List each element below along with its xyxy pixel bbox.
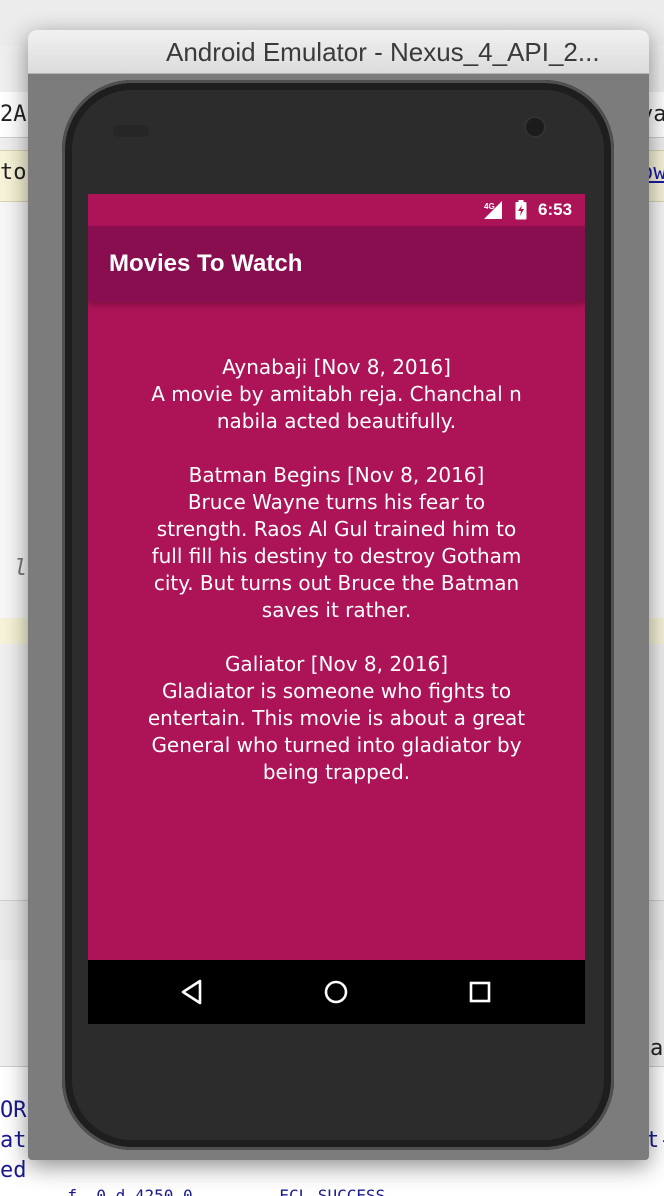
- home-button[interactable]: [320, 976, 352, 1008]
- movie-description-line: saves it rather.: [261, 598, 412, 622]
- phone-camera: [524, 116, 546, 138]
- movie-description-line: being trapped.: [262, 760, 411, 784]
- movie-description-line: Bruce Wayne turns his fear to: [187, 490, 486, 514]
- movie-description-line: city. But turns out Bruce the Batman: [153, 571, 520, 595]
- battery-charging-icon: [515, 200, 527, 220]
- console-line-bottom: f 0 d 4250 0 ECL SUCCESS: [0, 1186, 386, 1196]
- recents-button[interactable]: [464, 976, 496, 1008]
- back-button[interactable]: [176, 976, 208, 1008]
- movie-description-line: strength. Raos Al Gul trained him to: [156, 517, 517, 541]
- movie-list: Aynabaji [Nov 8, 2016] A movie by amitab…: [88, 354, 585, 813]
- svg-text:4G: 4G: [484, 202, 495, 211]
- movie-heading: Aynabaji [Nov 8, 2016]: [222, 355, 451, 379]
- navigation-bar: [88, 960, 585, 1024]
- status-time: 6:53: [538, 200, 573, 219]
- phone-speaker: [113, 125, 149, 137]
- movie-description-line: A movie by amitabh reja. Chanchal n: [151, 382, 522, 406]
- movie-description-line: nabila acted beautifully.: [216, 409, 457, 433]
- console-line: ed: [0, 1158, 27, 1183]
- ide-notification-text: to: [0, 160, 27, 185]
- signal-4g-icon: 4G: [484, 201, 502, 219]
- movie-description-line: Gladiator is someone who fights to: [161, 679, 512, 703]
- status-bar: 4G 6:53: [88, 194, 585, 226]
- recents-icon: [469, 981, 491, 1003]
- ide-tab-fragment: 2A: [0, 102, 27, 127]
- movie-item[interactable]: Galiator [Nov 8, 2016] Gladiator is some…: [88, 651, 585, 786]
- movie-item[interactable]: Aynabaji [Nov 8, 2016] A movie by amitab…: [88, 354, 585, 435]
- movie-description-line: General who turned into gladiator by: [151, 733, 522, 757]
- ide-panel-fragment: a: [650, 1036, 664, 1061]
- device-screen: 4G 6:53 Movies To Watch Aynabaji [Nov 8,…: [88, 194, 585, 1024]
- movie-description-line: entertain. This movie is about a great: [147, 706, 526, 730]
- home-icon: [324, 980, 348, 1004]
- emulator-title: Android Emulator - Nexus_4_API_2...: [166, 37, 600, 67]
- back-icon: [181, 979, 202, 1005]
- movie-heading: Galiator [Nov 8, 2016]: [224, 652, 449, 676]
- emulator-titlebar[interactable]: Android Emulator - Nexus_4_API_2...: [28, 30, 649, 74]
- ide-editor-fragment: l: [14, 556, 28, 581]
- movie-description-line: full fill his destiny to destroy Gotham: [151, 544, 522, 568]
- app-toolbar: Movies To Watch: [88, 226, 585, 302]
- console-line: at: [0, 1128, 27, 1153]
- movie-heading: Batman Begins [Nov 8, 2016]: [188, 463, 485, 487]
- movie-item[interactable]: Batman Begins [Nov 8, 2016] Bruce Wayne …: [88, 462, 585, 624]
- app-title: Movies To Watch: [109, 250, 303, 277]
